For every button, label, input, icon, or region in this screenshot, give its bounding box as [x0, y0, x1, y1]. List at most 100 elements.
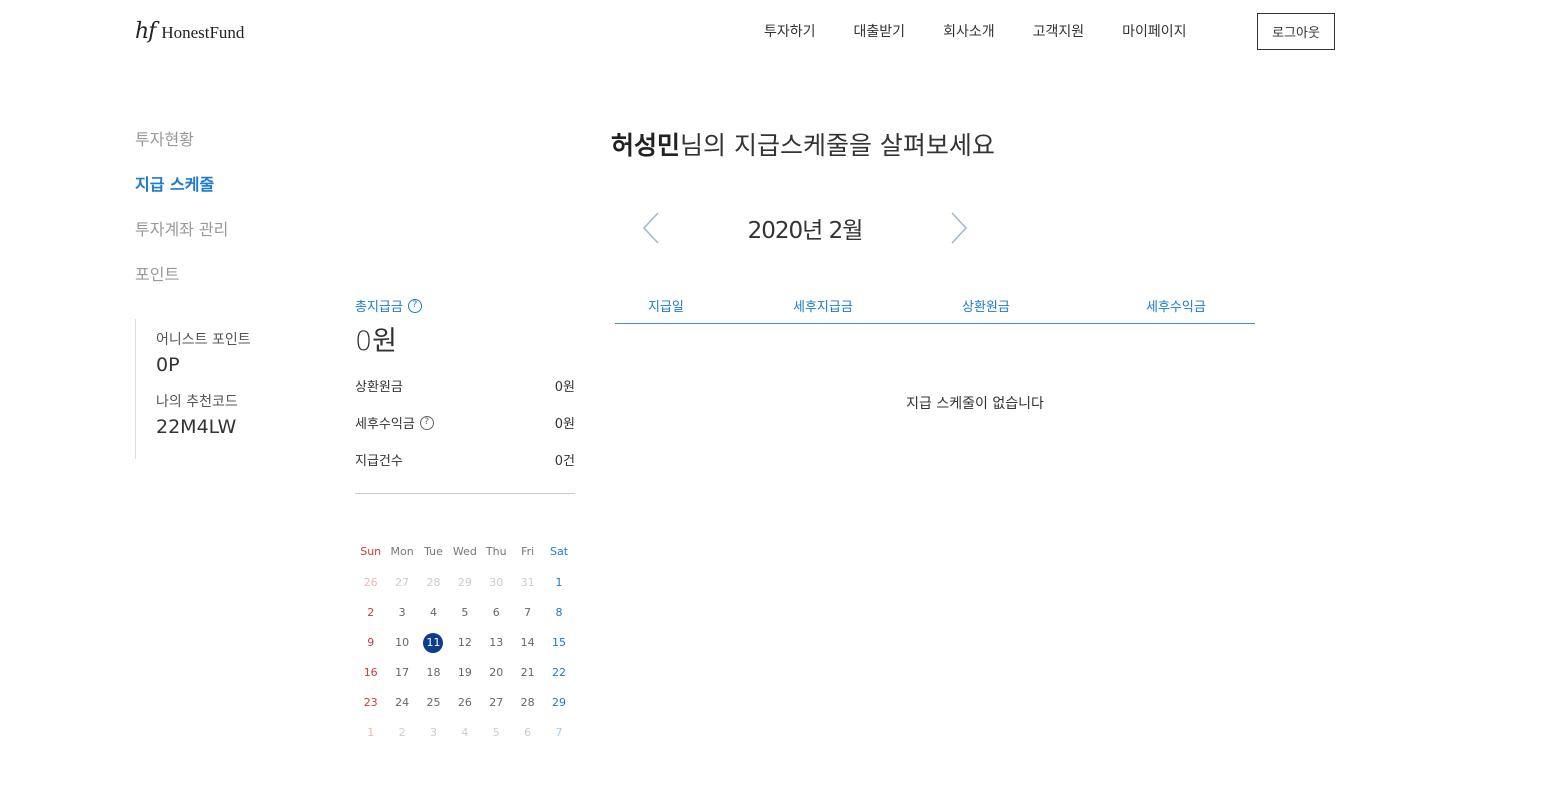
calendar-day[interactable]: 23	[355, 688, 386, 718]
calendar-day[interactable]: 5	[481, 718, 512, 748]
calendar-day[interactable]: 2	[386, 718, 417, 748]
mini-calendar: Sun Mon Tue Wed Thu Fri Sat 26 27 28 29 30 31…	[355, 538, 575, 748]
calendar-day[interactable]: 28	[512, 688, 543, 718]
points-label: 어니스트 포인트	[156, 332, 251, 348]
logo-text: HonestFund	[161, 23, 245, 42]
calendar-weekday-header: Sun Mon Tue Wed Thu Fri Sat	[355, 538, 575, 568]
calendar-day[interactable]: 27	[386, 568, 417, 598]
weekday-label: Sun	[360, 545, 382, 558]
weekday-label: Tue	[424, 545, 443, 558]
weekday-label: Fri	[521, 545, 535, 558]
calendar-day[interactable]: 5	[449, 598, 480, 628]
calendar-day[interactable]: 28	[418, 568, 449, 598]
calendar-day[interactable]: 31	[512, 568, 543, 598]
calendar-day[interactable]: 27	[481, 688, 512, 718]
sidebar-menu: 투자현황 지급 스케줄 투자계좌 관리 포인트	[135, 128, 228, 308]
calendar-day[interactable]: 10	[386, 628, 417, 658]
referral-label: 나의 추천코드	[156, 394, 238, 410]
calendar-day[interactable]: 1	[355, 718, 386, 748]
summary-row-value: 0건	[554, 454, 575, 469]
sidebar-item-payment-schedule[interactable]: 지급 스케줄	[135, 173, 228, 218]
schedule-table-header: 지급일 세후지급금 상환원금 세후수익금	[615, 294, 1255, 324]
total-value: 0원	[355, 326, 398, 357]
calendar-day[interactable]: 7	[543, 718, 574, 748]
page-title-text: 님의 지급스케줄을 살펴보세요	[680, 131, 995, 160]
calendar-day[interactable]: 12	[449, 628, 480, 658]
column-header: 세후지급금	[793, 300, 853, 315]
calendar-day[interactable]: 7	[512, 598, 543, 628]
logo[interactable]: hf HonestFund	[135, 19, 244, 44]
referral-code: 22M4LW	[156, 416, 237, 438]
calendar-day[interactable]: 2	[355, 598, 386, 628]
summary-row-label-wrap: 세후수익금 ?	[355, 413, 434, 432]
payment-summary: 총지급금 ? 0원 상환원금 0원 세후수익금 ? 0원 지급건수 0건	[355, 296, 575, 494]
logout-button[interactable]: 로그아웃	[1257, 13, 1335, 50]
calendar-day[interactable]: 26	[355, 568, 386, 598]
calendar-day[interactable]: 3	[386, 598, 417, 628]
chevron-right-icon[interactable]	[948, 211, 970, 245]
calendar-day[interactable]: 18	[418, 658, 449, 688]
calendar-day[interactable]: 14	[512, 628, 543, 658]
calendar-day[interactable]: 24	[386, 688, 417, 718]
empty-state-message: 지급 스케줄이 없습니다	[906, 396, 1044, 412]
calendar-days: 26 27 28 29 30 31 1 2 3 4 5 6 7 8 9 10 11 12 13 14 15 16 17 18 1…	[355, 568, 575, 748]
column-header: 세후수익금	[1146, 300, 1206, 315]
calendar-day[interactable]: 20	[481, 658, 512, 688]
calendar-day[interactable]: 1	[543, 568, 574, 598]
nav-support[interactable]: 고객지원	[1033, 21, 1085, 41]
calendar-day[interactable]: 19	[449, 658, 480, 688]
calendar-week: 2345678	[355, 598, 575, 628]
nav-invest[interactable]: 투자하기	[764, 21, 816, 41]
summary-row-value: 0원	[554, 417, 575, 432]
calendar-day[interactable]: 13	[481, 628, 512, 658]
user-name: 허성민	[611, 131, 681, 160]
points-value: 0P	[156, 354, 180, 376]
calendar-day[interactable]: 4	[449, 718, 480, 748]
calendar-day[interactable]: 17	[386, 658, 417, 688]
calendar-day[interactable]: 29	[543, 688, 574, 718]
month-navigator: 2020년 2월	[640, 205, 970, 249]
calendar-day[interactable]: 6	[512, 718, 543, 748]
calendar-day[interactable]: 25	[418, 688, 449, 718]
calendar-day[interactable]: 6	[481, 598, 512, 628]
summary-row: 지급건수 0건	[355, 450, 575, 487]
calendar-day[interactable]: 3	[418, 718, 449, 748]
current-month: 2020년 2월	[747, 218, 864, 244]
points-box: 어니스트 포인트 0P 나의 추천코드 22M4LW	[135, 319, 315, 459]
calendar-day[interactable]: 16	[355, 658, 386, 688]
calendar-day[interactable]: 22	[543, 658, 574, 688]
calendar-day[interactable]: 9	[355, 628, 386, 658]
column-header: 상환원금	[962, 300, 1010, 315]
calendar-day[interactable]: 21	[512, 658, 543, 688]
summary-row-label: 세후수익금	[355, 417, 415, 432]
sidebar-item-account[interactable]: 투자계좌 관리	[135, 218, 228, 263]
weekday-label: Sat	[550, 545, 569, 558]
nav-company[interactable]: 회사소개	[943, 21, 995, 41]
calendar-day[interactable]: 4	[418, 598, 449, 628]
page-title: 허성민님의 지급스케줄을 살펴보세요	[611, 126, 995, 162]
nav-loan[interactable]: 대출받기	[854, 21, 906, 41]
calendar-day[interactable]: 30	[481, 568, 512, 598]
help-icon[interactable]: ?	[407, 298, 422, 313]
logo-mark: hf	[135, 19, 156, 44]
calendar-day[interactable]: 15	[543, 628, 574, 658]
column-header: 지급일	[648, 300, 684, 315]
divider	[355, 493, 575, 494]
today-marker[interactable]: 11	[423, 632, 444, 653]
sidebar-item-investments[interactable]: 투자현황	[135, 128, 228, 173]
calendar-day[interactable]: 26	[449, 688, 480, 718]
calendar-week: 9 10 11 12 13 14 15	[355, 628, 575, 658]
calendar-week: 16 17 18 19 20 21 22	[355, 658, 575, 688]
calendar-day[interactable]: 29	[449, 568, 480, 598]
calendar-day[interactable]: 8	[543, 598, 574, 628]
top-nav: 투자하기 대출받기 회사소개 고객지원 마이페이지	[764, 21, 1225, 41]
summary-row-label: 상환원금	[355, 380, 403, 395]
help-icon[interactable]: ?	[419, 415, 434, 430]
summary-row-label: 지급건수	[355, 454, 403, 469]
nav-mypage[interactable]: 마이페이지	[1122, 21, 1186, 41]
sidebar-item-points[interactable]: 포인트	[135, 263, 228, 308]
summary-rows: 상환원금 0원 세후수익금 ? 0원 지급건수 0건	[355, 376, 575, 487]
summary-row-value: 0원	[554, 380, 575, 395]
summary-row: 세후수익금 ? 0원	[355, 413, 575, 450]
calendar-day[interactable]: 11	[418, 628, 449, 658]
